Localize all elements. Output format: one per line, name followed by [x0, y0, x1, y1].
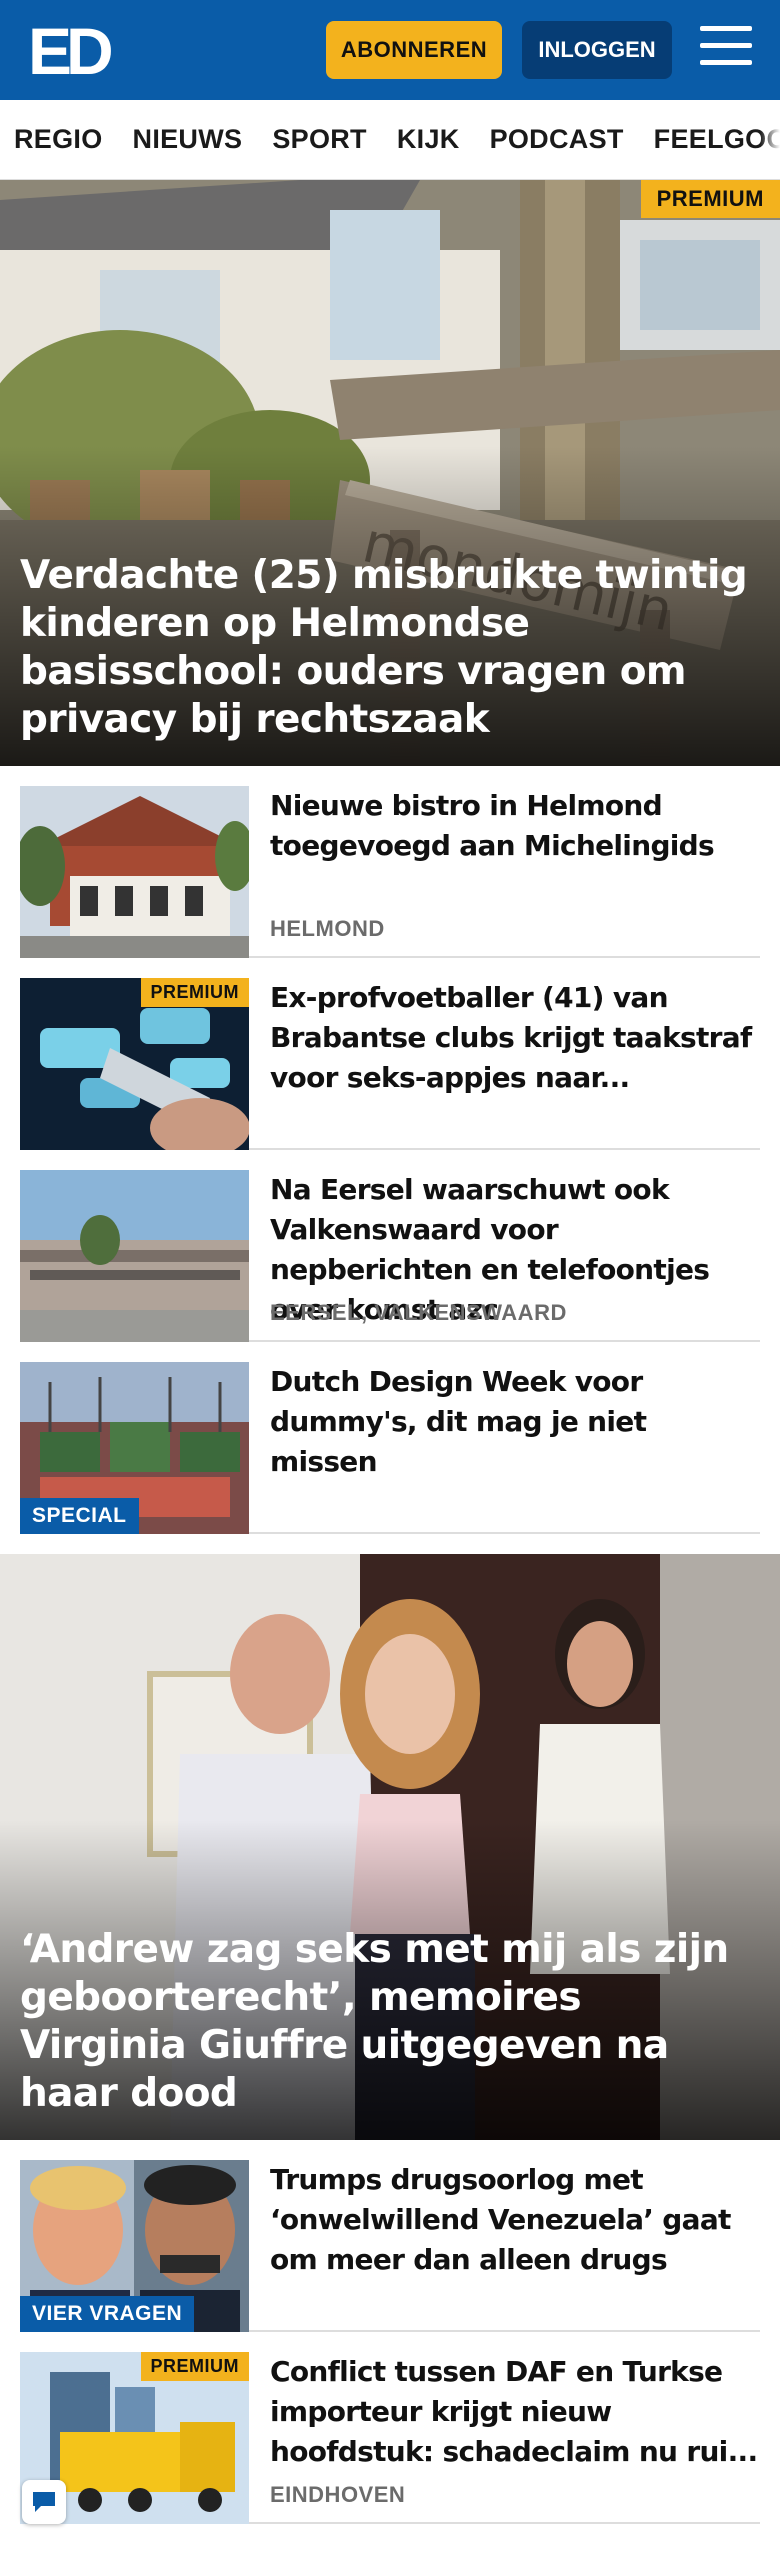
- top-header: ED ABONNEREN INLOGGEN: [0, 0, 780, 100]
- article-thumbnail: [20, 786, 249, 958]
- article-title[interactable]: Dutch Design Week voor dummy's, dit mag …: [270, 1362, 760, 1482]
- ed-logo[interactable]: ED: [28, 14, 118, 88]
- hamburger-icon[interactable]: [700, 26, 752, 72]
- article-title[interactable]: Ex-profvoetballer (41) van Brabantse clu…: [270, 978, 760, 1098]
- article-thumbnail: [20, 1170, 249, 1342]
- article-title[interactable]: Nieuwe bistro in Helmond toegevoegd aan …: [270, 786, 760, 866]
- svg-text:ED: ED: [28, 18, 111, 82]
- subscribe-button[interactable]: ABONNEREN: [326, 21, 502, 79]
- nav-item-sport[interactable]: SPORT: [272, 124, 367, 155]
- article-thumbnail: PREMIUM: [20, 978, 249, 1150]
- chat-icon[interactable]: [22, 2480, 66, 2524]
- premium-badge: PREMIUM: [140, 978, 249, 1007]
- featured-article[interactable]: ‘Andrew zag seks met mij als zijn geboor…: [0, 1554, 780, 2140]
- featured-headline[interactable]: ‘Andrew zag seks met mij als zijn geboor…: [20, 1926, 740, 2118]
- login-button[interactable]: INLOGGEN: [522, 21, 672, 79]
- article-item[interactable]: PREMIUM Ex-profvoetballer (41) van Braba…: [20, 958, 760, 1150]
- article-title[interactable]: Trumps drugsoorlog met ‘onwelwillend Ven…: [270, 2160, 760, 2280]
- article-item[interactable]: VIER VRAGEN Trumps drugsoorlog met ‘onwe…: [20, 2140, 760, 2332]
- article-thumbnail: VIER VRAGEN: [20, 2160, 249, 2332]
- nav-item-podcast[interactable]: PODCAST: [490, 124, 624, 155]
- hero-article[interactable]: mondomijn PREMIUM Verdachte (25) misbrui…: [0, 180, 780, 766]
- nav-item-nieuws[interactable]: NIEUWS: [133, 124, 243, 155]
- article-region: EINDHOVEN: [270, 2482, 406, 2507]
- article-item[interactable]: SPECIAL Dutch Design Week voor dummy's, …: [20, 1342, 760, 1534]
- special-label: SPECIAL: [20, 1498, 139, 1534]
- article-thumbnail: SPECIAL: [20, 1362, 249, 1534]
- nav-item-kijk[interactable]: KIJK: [397, 124, 460, 155]
- hero-headline[interactable]: Verdachte (25) misbruikte twintig kinder…: [20, 552, 750, 744]
- article-item[interactable]: Na Eersel waarschuwt ook Valkenswaard vo…: [20, 1150, 760, 1342]
- article-region: HELMOND: [270, 916, 385, 941]
- premium-badge: PREMIUM: [640, 180, 780, 218]
- nav-fade: [760, 100, 780, 179]
- article-item[interactable]: PREMIUM Conflict tussen DAF en Turkse im…: [20, 2332, 760, 2524]
- vier-vragen-label: VIER VRAGEN: [20, 2296, 195, 2332]
- article-region: EERSEL, VALKENSWAARD: [270, 1300, 567, 1325]
- article-item[interactable]: Nieuwe bistro in Helmond toegevoegd aan …: [20, 766, 760, 958]
- premium-badge: PREMIUM: [140, 2352, 249, 2381]
- article-title[interactable]: Conflict tussen DAF en Turkse importeur …: [270, 2352, 760, 2472]
- section-nav: REGIO NIEUWS SPORT KIJK PODCAST FEELGOOD…: [0, 100, 780, 180]
- nav-item-regio[interactable]: REGIO: [14, 124, 103, 155]
